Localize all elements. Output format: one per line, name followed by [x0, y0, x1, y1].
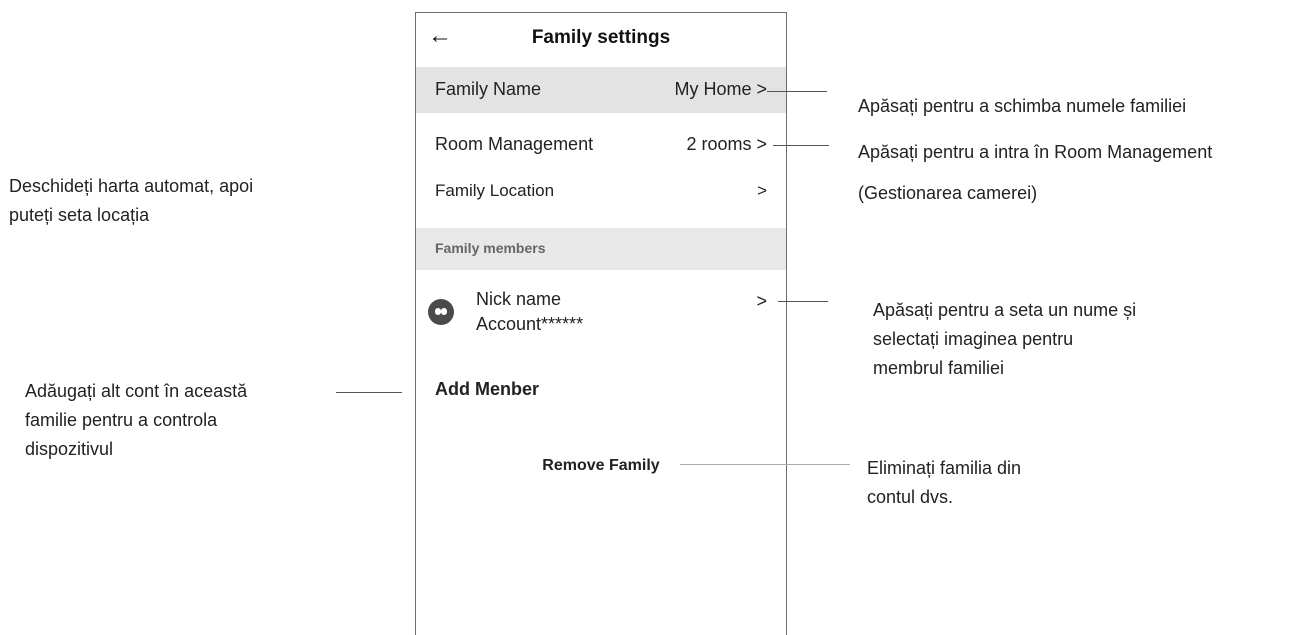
- member-nick-name: Nick name: [476, 289, 562, 309]
- family-location-arrow: >: [757, 181, 767, 200]
- remove-family-button[interactable]: Remove Family: [416, 457, 786, 475]
- family-name-label: Family Name: [435, 79, 542, 99]
- member-row[interactable]: Nick name Account****** >: [416, 289, 786, 347]
- family-name-annotation: Apăsați pentru a schimba numele familiei: [858, 96, 1187, 116]
- member-arrow: >: [756, 291, 767, 311]
- member-annotation: Apăsați pentru a seta un nume și selecta…: [873, 300, 1137, 378]
- family-name-connector: [767, 91, 827, 92]
- room-connector: [773, 145, 829, 146]
- room-management-row[interactable]: Room Management 2 rooms >: [416, 134, 786, 160]
- family-members-label: Family members: [435, 240, 546, 256]
- add-member-connector: [336, 392, 402, 393]
- location-annotation: Deschideți harta automat, apoi puteți se…: [9, 176, 254, 225]
- room-management-label: Room Management: [435, 134, 594, 154]
- phone-screen: ← Family settings Family Name My Home > …: [415, 12, 787, 635]
- room-management-value: 2 rooms >: [686, 134, 767, 154]
- member-connector: [778, 301, 828, 302]
- add-member-annotation: Adăugați alt cont în această familie pen…: [25, 381, 248, 459]
- family-location-row[interactable]: Family Location >: [416, 181, 786, 207]
- remove-family-annotation: Eliminați familia din contul dvs.: [867, 458, 1022, 507]
- room-annotation: Apăsați pentru a intra în Room Managemen…: [858, 142, 1213, 203]
- remove-family-connector: [680, 464, 850, 465]
- avatar-icon: [428, 299, 454, 325]
- member-account: Account******: [476, 314, 584, 334]
- family-name-row[interactable]: Family Name My Home >: [416, 67, 786, 113]
- header: ← Family settings: [416, 13, 786, 65]
- family-location-label: Family Location: [435, 181, 555, 200]
- add-member-button[interactable]: Add Menber: [435, 379, 539, 400]
- page-title: Family settings: [531, 27, 671, 48]
- family-members-section-header: Family members: [416, 228, 786, 270]
- family-name-value: My Home >: [674, 79, 767, 99]
